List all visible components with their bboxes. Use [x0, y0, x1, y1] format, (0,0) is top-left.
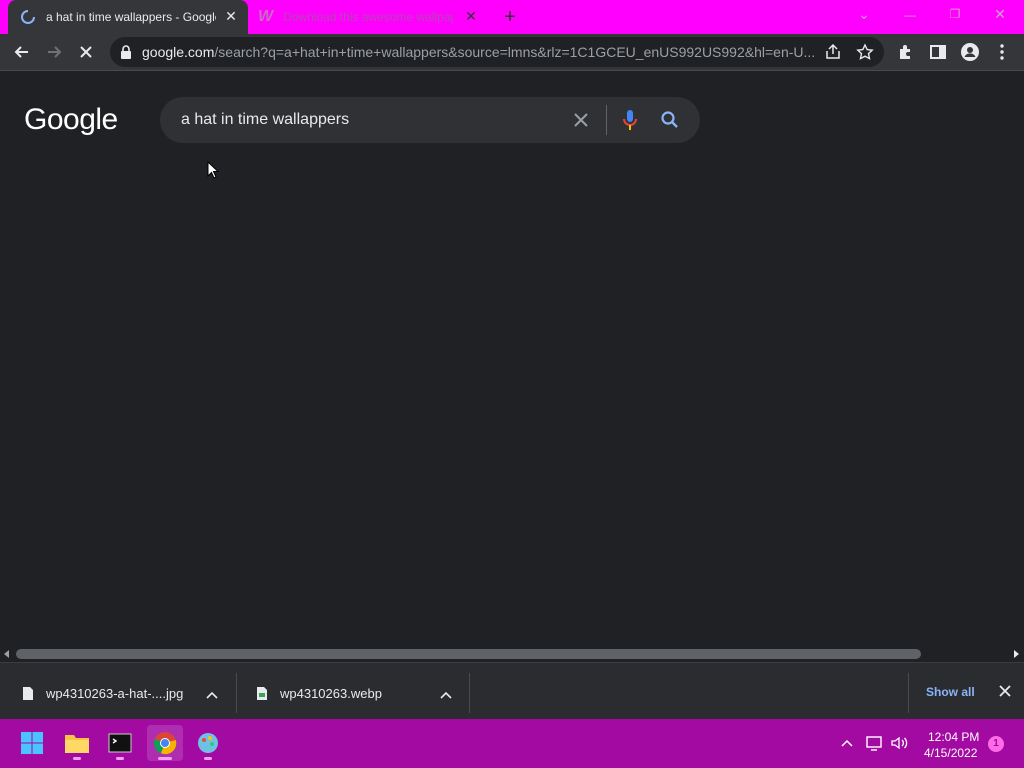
- side-panel-icon[interactable]: [928, 42, 948, 62]
- download-filename: wp4310263-a-hat-....jpg: [46, 685, 184, 701]
- tab-close-icon[interactable]: ✕: [464, 9, 478, 23]
- minimize-button[interactable]: —: [900, 8, 920, 26]
- back-arrow-icon[interactable]: [12, 42, 32, 62]
- scroll-left-arrow-icon[interactable]: [4, 650, 9, 658]
- taskbar-chrome[interactable]: [147, 725, 183, 761]
- close-window-button[interactable]: ✕: [990, 6, 1010, 24]
- download-separator: [236, 673, 237, 713]
- new-tab-button[interactable]: +: [500, 7, 520, 27]
- show-all-downloads-link[interactable]: Show all: [926, 685, 975, 699]
- paint-palette-icon: [198, 733, 218, 753]
- tab-close-icon[interactable]: ✕: [224, 9, 238, 23]
- scroll-right-arrow-icon[interactable]: [1014, 650, 1019, 658]
- windows-taskbar: 12:04 PM 4/15/2022 1: [0, 719, 1024, 768]
- title-bar: a hat in time wallappers - Google ✕ W Do…: [0, 0, 1024, 34]
- download-item[interactable]: wp4310263-a-hat-....jpg: [22, 675, 183, 711]
- address-bar[interactable]: google.com/search?q=a+hat+in+time+wallap…: [110, 37, 884, 67]
- wallpaper-site-favicon-icon: W: [258, 8, 274, 25]
- tab-google-search[interactable]: a hat in time wallappers - Google ✕: [8, 0, 248, 34]
- download-shelf: wp4310263-a-hat-....jpg wp4310263.webp S…: [0, 662, 1024, 719]
- active-indicator: [158, 757, 172, 760]
- download-separator: [908, 673, 909, 713]
- taskbar-file-explorer[interactable]: [59, 725, 95, 761]
- bookmark-star-icon[interactable]: [856, 43, 874, 61]
- url-path: /search?q=a+hat+in+time+wallappers&sourc…: [214, 44, 816, 60]
- extensions-puzzle-icon[interactable]: [896, 42, 916, 62]
- stop-loading-icon[interactable]: [76, 42, 96, 62]
- browser-toolbar: google.com/search?q=a+hat+in+time+wallap…: [0, 34, 1024, 71]
- voice-search-mic-icon[interactable]: [620, 109, 640, 131]
- running-indicator: [116, 757, 124, 760]
- share-icon[interactable]: [824, 43, 842, 61]
- forward-arrow-icon[interactable]: [44, 42, 64, 62]
- download-options-chevron-up-icon[interactable]: [439, 687, 453, 699]
- loading-spinner-icon: [21, 10, 35, 24]
- download-options-chevron-up-icon[interactable]: [205, 687, 219, 699]
- search-box[interactable]: a hat in time wallappers: [160, 97, 700, 143]
- tab-wallpaper-download[interactable]: W Download this awesome wallpaper ✕: [252, 0, 488, 34]
- restore-button[interactable]: ❐: [945, 7, 965, 25]
- url-domain: google.com: [142, 44, 215, 60]
- clear-search-icon[interactable]: [572, 111, 590, 129]
- page-content: Google a hat in time wallappers: [0, 71, 1024, 646]
- taskbar-terminal[interactable]: [102, 725, 138, 761]
- tab-title: Download this awesome wallpaper: [283, 10, 454, 24]
- search-divider: [606, 105, 607, 135]
- clock-time[interactable]: 12:04 PM: [928, 730, 979, 744]
- tab-title: a hat in time wallappers - Google: [46, 10, 216, 24]
- terminal-icon: [108, 733, 132, 753]
- horizontal-scrollbar[interactable]: [0, 646, 1024, 662]
- taskbar-paint[interactable]: [190, 725, 226, 761]
- search-input[interactable]: a hat in time wallappers: [181, 111, 349, 129]
- image-file-icon: [257, 686, 267, 700]
- windows-logo-icon: [21, 732, 43, 754]
- download-item[interactable]: wp4310263.webp: [256, 675, 382, 711]
- download-separator: [469, 673, 470, 713]
- close-download-shelf-icon[interactable]: [998, 684, 1012, 698]
- network-icon[interactable]: [866, 735, 884, 751]
- mouse-cursor-icon: [207, 161, 219, 179]
- lock-icon[interactable]: [120, 45, 132, 59]
- running-indicator: [204, 757, 212, 760]
- download-filename: wp4310263.webp: [280, 685, 382, 701]
- clock-date[interactable]: 4/15/2022: [924, 746, 977, 760]
- notification-badge[interactable]: 1: [988, 736, 1004, 752]
- folder-icon: [65, 735, 89, 753]
- menu-kebab-icon[interactable]: [992, 42, 1012, 62]
- start-button[interactable]: [14, 725, 50, 761]
- volume-icon[interactable]: [890, 735, 910, 751]
- file-icon: [23, 686, 33, 700]
- show-hidden-icons-chevron-up-icon[interactable]: [840, 736, 854, 748]
- search-magnifier-icon[interactable]: [660, 110, 680, 130]
- running-indicator: [73, 757, 81, 760]
- tab-search-dropdown-icon[interactable]: ⌄: [854, 6, 874, 26]
- url-text[interactable]: google.com/search?q=a+hat+in+time+wallap…: [142, 44, 822, 60]
- profile-avatar-icon[interactable]: [960, 42, 980, 62]
- chrome-icon: [153, 732, 177, 755]
- scrollbar-thumb[interactable]: [16, 649, 921, 659]
- google-logo[interactable]: Google: [24, 103, 118, 137]
